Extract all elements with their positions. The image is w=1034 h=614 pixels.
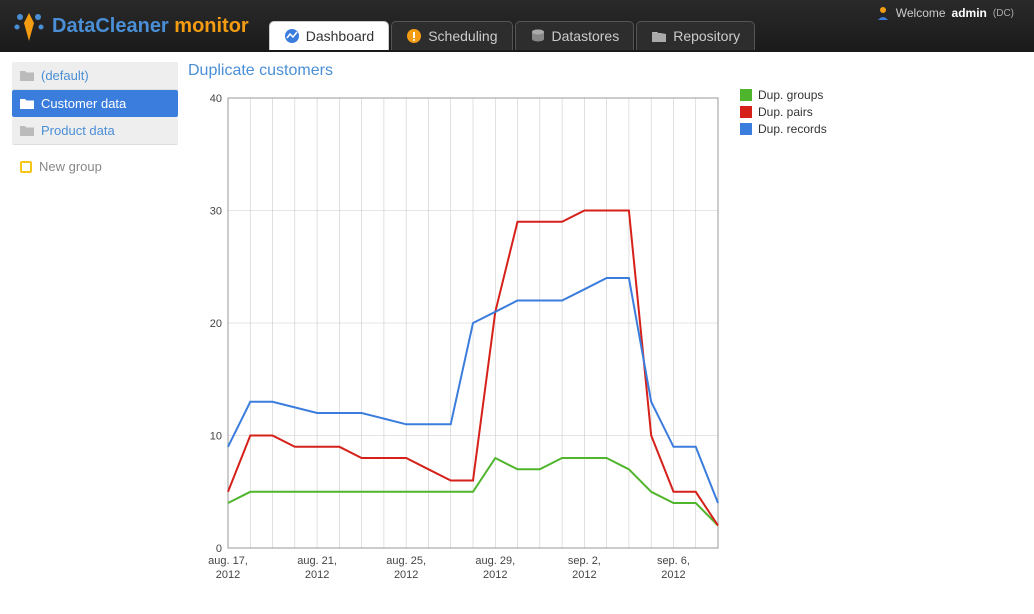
line-chart: 0 10 20 30 40 aug. 17, 2012 aug. 21, 2012 aug. 25… (188, 88, 728, 598)
sidebar-item[interactable]: Customer data (12, 90, 178, 117)
svg-text:10: 10 (210, 431, 222, 443)
svg-text:2012: 2012 (216, 569, 240, 581)
svg-text:aug. 29,: aug. 29, (475, 555, 515, 567)
main-panel: Duplicate customers 0 10 20 30 40 aug. 17, 201… (188, 62, 1022, 598)
legend-swatch (740, 123, 752, 135)
svg-text:aug. 25,: aug. 25, (386, 555, 426, 567)
user-icon (876, 6, 890, 20)
dashboard-icon (284, 28, 300, 44)
svg-text:sep. 2,: sep. 2, (568, 555, 601, 567)
svg-text:aug. 17,: aug. 17, (208, 555, 248, 567)
datastores-icon (530, 28, 546, 44)
nav-tab-label: Scheduling (428, 28, 497, 44)
svg-text:2012: 2012 (483, 569, 507, 581)
welcome-user: admin (952, 6, 987, 20)
nav-tab-dashboard[interactable]: Dashboard (269, 21, 390, 50)
folder-icon (20, 98, 34, 109)
legend-item: Dup. pairs (740, 105, 827, 119)
chart-legend: Dup. groups Dup. pairs Dup. records (740, 88, 827, 598)
brand-secondary: monitor (174, 15, 248, 37)
sidebar: (default) Customer data Product data New g… (12, 62, 178, 598)
new-icon (20, 161, 32, 173)
logo-icon (12, 9, 46, 43)
legend-label: Dup. records (758, 122, 827, 136)
nav-tab-scheduling[interactable]: Scheduling (391, 21, 512, 50)
main-nav: Dashboard Scheduling Datastores Repository (269, 21, 755, 50)
svg-text:sep. 6,: sep. 6, (657, 555, 690, 567)
sidebar-item-label: Product data (41, 123, 115, 138)
svg-text:2012: 2012 (394, 569, 418, 581)
legend-swatch (740, 89, 752, 101)
nav-tab-datastores[interactable]: Datastores (515, 21, 635, 50)
legend-item: Dup. records (740, 122, 827, 136)
svg-text:2012: 2012 (305, 569, 329, 581)
nav-tab-label: Repository (673, 28, 740, 44)
folder-icon (20, 125, 34, 136)
topbar: DataCleaner monitor DashboardSchedulingD… (0, 0, 1034, 52)
sidebar-new-label: New group (39, 159, 102, 174)
legend-label: Dup. groups (758, 88, 823, 102)
svg-text:aug. 21,: aug. 21, (297, 555, 337, 567)
svg-text:2012: 2012 (572, 569, 596, 581)
nav-tab-label: Dashboard (306, 28, 375, 44)
legend-swatch (740, 106, 752, 118)
folder-icon (20, 70, 34, 81)
nav-tab-label: Datastores (552, 28, 620, 44)
svg-text:40: 40 (210, 93, 222, 105)
sidebar-new-group[interactable]: New group (12, 153, 178, 180)
svg-text:20: 20 (210, 318, 222, 330)
scheduling-icon (406, 28, 422, 44)
welcome-org: (DC) (993, 8, 1014, 19)
legend-label: Dup. pairs (758, 105, 813, 119)
nav-tab-repository[interactable]: Repository (636, 21, 755, 50)
legend-item: Dup. groups (740, 88, 827, 102)
brand-primary: DataCleaner (52, 15, 169, 37)
logo: DataCleaner monitor (12, 9, 249, 43)
sidebar-item[interactable]: (default) (12, 62, 178, 90)
welcome-bar[interactable]: Welcome admin (DC) (876, 6, 1014, 20)
welcome-prefix: Welcome (896, 6, 946, 20)
sidebar-item-label: Customer data (41, 96, 126, 111)
svg-text:0: 0 (216, 543, 222, 555)
svg-text:30: 30 (210, 206, 222, 218)
sidebar-item-label: (default) (41, 68, 89, 83)
repository-icon (651, 28, 667, 44)
sidebar-item[interactable]: Product data (12, 117, 178, 145)
svg-text:2012: 2012 (661, 569, 685, 581)
chart-title: Duplicate customers (188, 62, 1022, 80)
